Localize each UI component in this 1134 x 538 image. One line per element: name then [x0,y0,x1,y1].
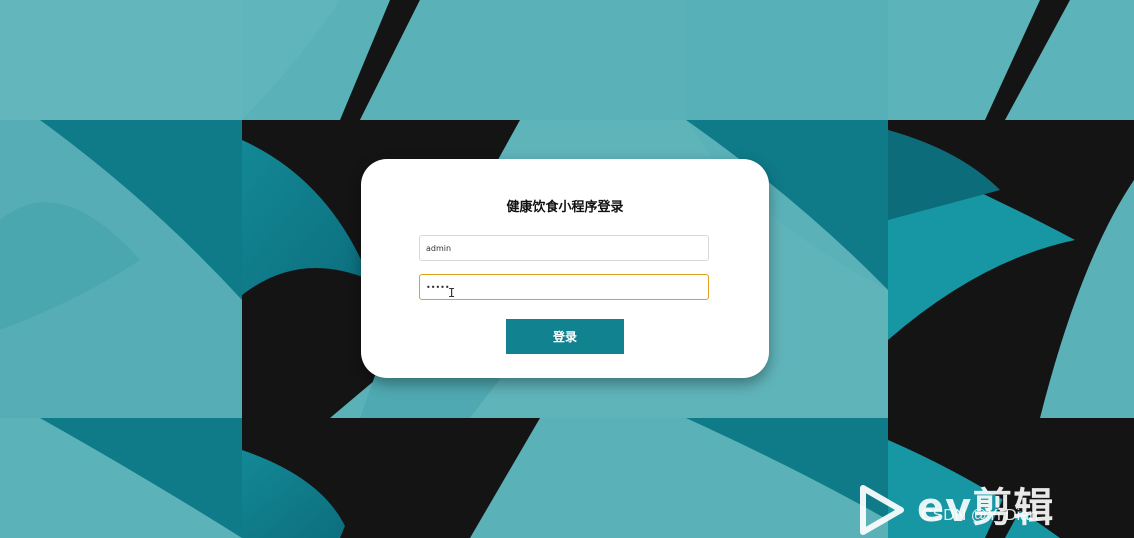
watermark: ev剪辑 CSDN @Yi Dian [855,484,1134,538]
login-card: 健康饮食小程序登录 I 登录 [361,159,769,378]
login-title: 健康饮食小程序登录 [506,200,624,215]
csdn-watermark-text: CSDN @Yi Dian [921,507,1039,524]
play-triangle-icon [860,485,904,535]
username-input[interactable] [419,235,709,261]
login-button[interactable]: 登录 [506,319,624,354]
i-beam-cursor-icon: I [448,286,456,300]
password-input[interactable] [419,274,709,300]
login-page: 健康饮食小程序登录 I 登录 ev剪辑 CSDN @Yi Dian [0,0,1134,538]
